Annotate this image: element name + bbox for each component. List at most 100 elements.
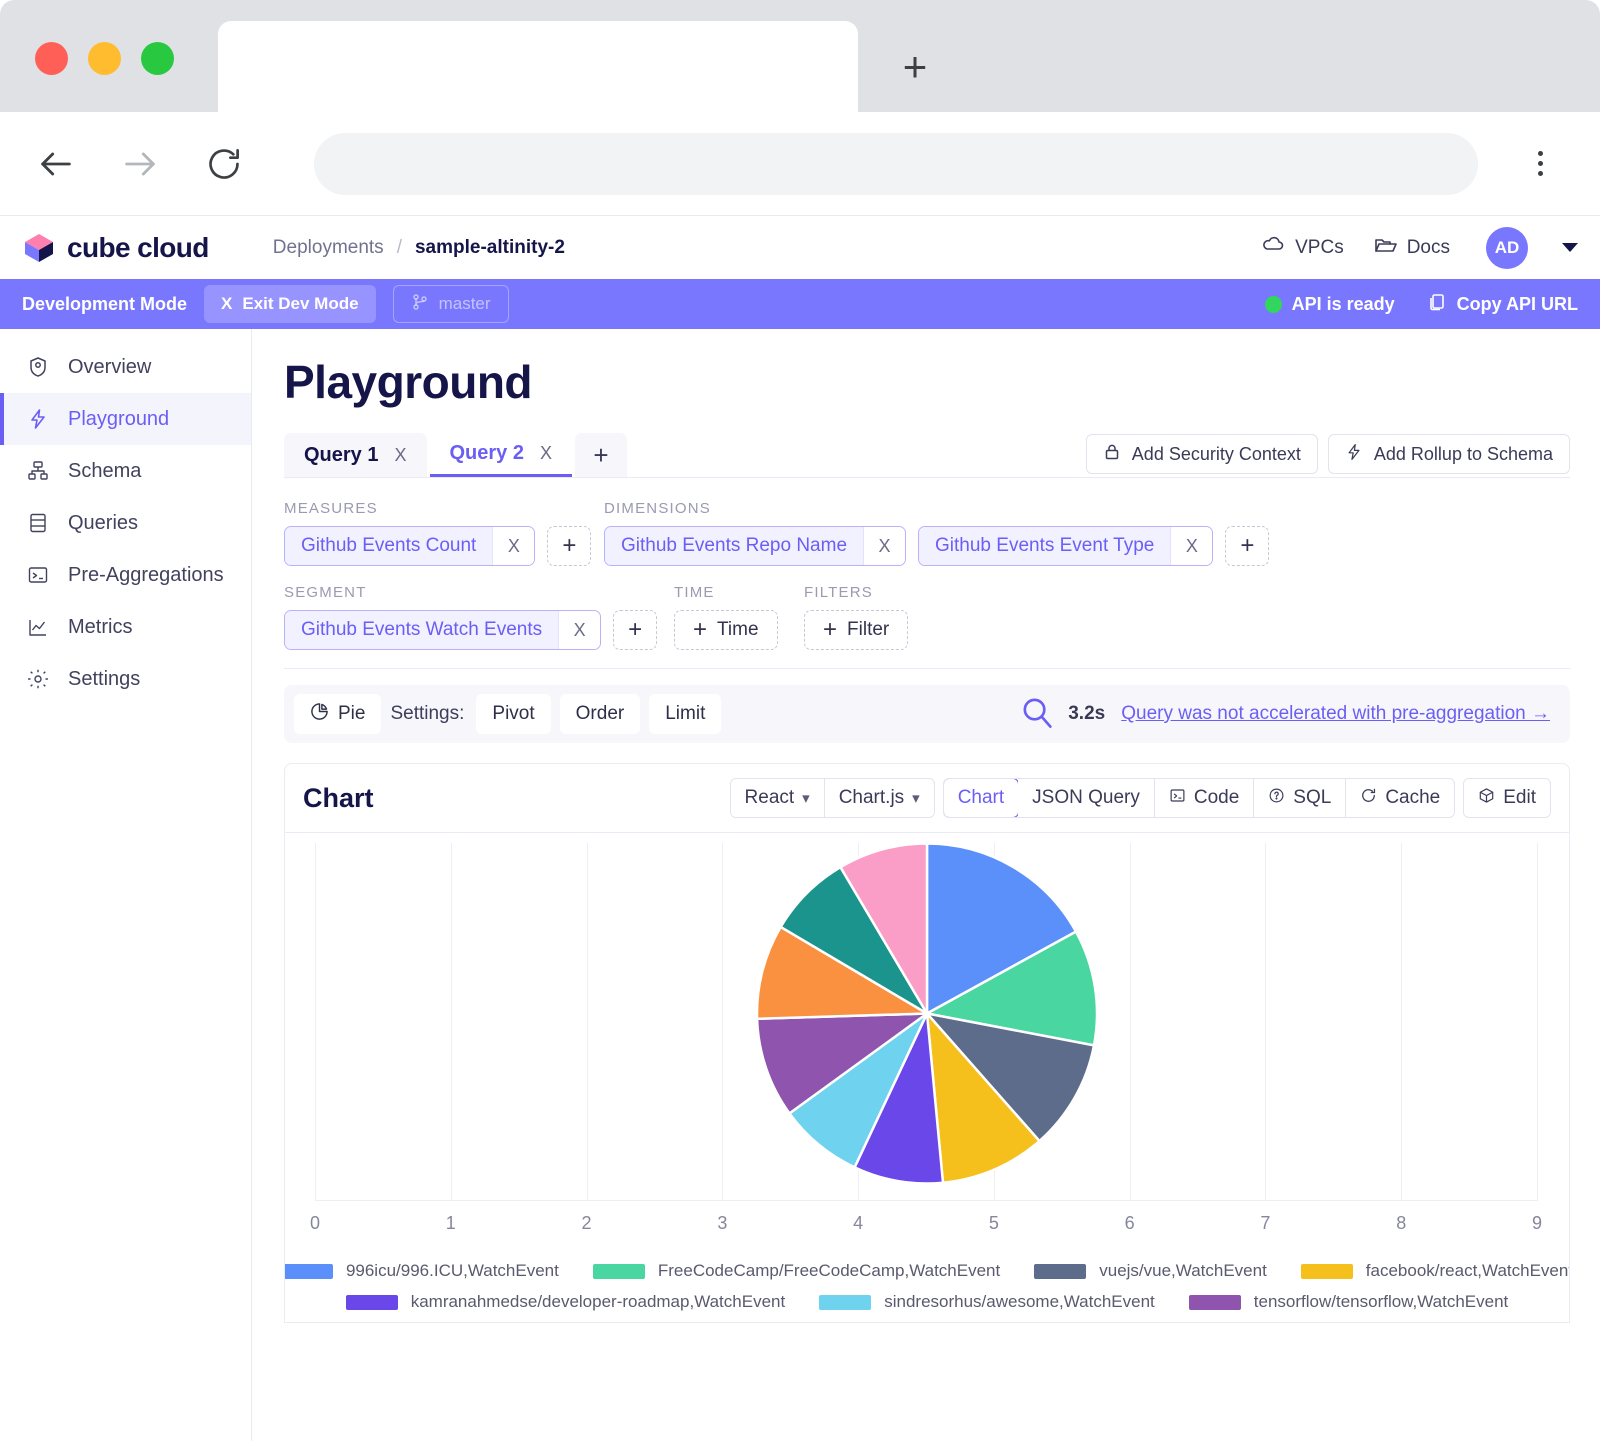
app-shell: Overview Playground Schema Queries Pre-A… xyxy=(0,329,1600,1441)
maximize-window-button[interactable] xyxy=(141,42,174,75)
sidebar-item-playground[interactable]: Playground xyxy=(0,393,251,445)
chevron-down-icon: ▾ xyxy=(912,790,920,807)
sidebar-item-queries[interactable]: Queries xyxy=(0,497,251,549)
pie-chart[interactable] xyxy=(755,841,1100,1186)
order-button[interactable]: Order xyxy=(559,694,641,734)
x-axis-tick: 7 xyxy=(1260,1213,1271,1233)
tab-cache[interactable]: Cache xyxy=(1346,779,1455,817)
chevron-down-icon[interactable] xyxy=(1562,243,1578,252)
legend-item[interactable]: sindresorhus/awesome,WatchEvent xyxy=(819,1292,1155,1312)
measures-group: MEASURES Github Events Count X + xyxy=(284,500,604,566)
legend-item[interactable]: vuejs/vue,WatchEvent xyxy=(1034,1261,1267,1281)
time-controls: + Time xyxy=(674,610,804,650)
add-rollup-to-schema-button[interactable]: Add Rollup to Schema xyxy=(1327,434,1570,474)
x-axis-tick: 1 xyxy=(445,1213,456,1233)
legend-label: tensorflow/tensorflow,WatchEvent xyxy=(1253,1292,1509,1311)
x-axis-tick: 4 xyxy=(853,1213,864,1233)
devbar-right: API is ready Copy API URL xyxy=(1264,292,1578,317)
framework-select[interactable]: React ▾ xyxy=(730,779,825,817)
remove-icon[interactable]: X xyxy=(863,527,906,565)
docs-label: Docs xyxy=(1406,236,1450,258)
add-dimension-button[interactable]: + xyxy=(1225,526,1270,566)
pivot-button[interactable]: Pivot xyxy=(476,694,551,734)
tab-json-query[interactable]: JSON Query xyxy=(1018,779,1155,817)
settings-label: Settings: xyxy=(390,703,465,724)
query-actions: Add Security Context Add Rollup to Schem… xyxy=(1085,434,1570,477)
add-time-button[interactable]: + Time xyxy=(674,610,778,650)
sidebar-item-label: Pre-Aggregations xyxy=(68,563,224,586)
legend-label: kamranahmedse/developer-roadmap,WatchEve… xyxy=(410,1292,786,1311)
sidebar-item-schema[interactable]: Schema xyxy=(0,445,251,497)
copy-api-url-label: Copy API URL xyxy=(1456,293,1578,314)
close-icon[interactable]: X xyxy=(540,443,552,464)
reload-button[interactable] xyxy=(196,136,252,192)
remove-icon[interactable]: X xyxy=(1170,527,1213,565)
time-label: TIME xyxy=(674,584,715,601)
add-filter-button[interactable]: + Filter xyxy=(804,610,909,650)
browser-toolbar xyxy=(0,112,1600,215)
measure-pill[interactable]: Github Events Count X xyxy=(284,526,536,566)
add-measure-button[interactable]: + xyxy=(547,526,592,566)
legend-row: kamranahmedse/developer-roadmap,WatchEve… xyxy=(305,1292,1549,1312)
api-status-label: API is ready xyxy=(1291,293,1395,314)
exit-dev-mode-button[interactable]: X Exit Dev Mode xyxy=(204,285,376,323)
tab-query-2[interactable]: Query 2 X xyxy=(429,433,572,477)
cube-cloud-logo[interactable]: cube cloud xyxy=(22,231,209,265)
tab-sql[interactable]: SQL xyxy=(1254,779,1347,817)
legend-label: sindresorhus/awesome,WatchEvent xyxy=(884,1292,1155,1311)
legend-item[interactable]: 996icu/996.ICU,WatchEvent xyxy=(285,1261,559,1281)
dimension-pill[interactable]: Github Events Repo Name X xyxy=(604,526,907,566)
add-query-tab-button[interactable]: + xyxy=(575,433,627,477)
gear-icon xyxy=(26,667,50,691)
vpcs-link[interactable]: VPCs xyxy=(1262,235,1344,261)
legend-label: facebook/react,WatchEvent xyxy=(1365,1261,1570,1280)
chart-type-button[interactable]: Pie xyxy=(294,694,382,734)
sidebar-item-label: Metrics xyxy=(68,615,133,638)
edit-button[interactable]: Edit xyxy=(1464,779,1550,817)
breadcrumb-deployments[interactable]: Deployments xyxy=(273,237,384,259)
button-label: Add Security Context xyxy=(1131,443,1301,464)
minimize-window-button[interactable] xyxy=(88,42,121,75)
sidebar-item-overview[interactable]: Overview xyxy=(0,341,251,393)
add-segment-button[interactable]: + xyxy=(613,610,658,650)
limit-button[interactable]: Limit xyxy=(649,694,722,734)
back-button[interactable] xyxy=(28,136,84,192)
close-window-button[interactable] xyxy=(35,42,68,75)
tab-label: Query 2 xyxy=(449,442,524,464)
tab-chart[interactable]: Chart xyxy=(943,779,1020,817)
branch-selector[interactable]: master xyxy=(392,285,509,323)
address-bar[interactable] xyxy=(314,132,1478,195)
avatar[interactable]: AD xyxy=(1486,226,1528,269)
legend-item[interactable]: kamranahmedse/developer-roadmap,WatchEve… xyxy=(345,1292,786,1312)
pre-aggregation-note-link[interactable]: Query was not accelerated with pre-aggre… xyxy=(1121,703,1550,725)
remove-icon[interactable]: X xyxy=(492,527,535,565)
legend-swatch xyxy=(1034,1263,1087,1279)
legend-item[interactable]: facebook/react,WatchEvent xyxy=(1300,1261,1570,1281)
browser-menu-button[interactable] xyxy=(1518,136,1562,192)
close-icon[interactable]: X xyxy=(394,445,406,466)
forward-button[interactable] xyxy=(112,136,168,192)
dimension-pill[interactable]: Github Events Event Type X xyxy=(918,526,1214,566)
segment-pill[interactable]: Github Events Watch Events X xyxy=(284,610,602,650)
legend-item[interactable]: tensorflow/tensorflow,WatchEvent xyxy=(1188,1292,1509,1312)
sidebar-item-metrics[interactable]: Metrics xyxy=(0,601,251,653)
legend-item[interactable]: FreeCodeCamp/FreeCodeCamp,WatchEvent xyxy=(592,1261,1000,1281)
new-tab-button[interactable]: + xyxy=(893,45,937,89)
sidebar-item-settings[interactable]: Settings xyxy=(0,653,251,705)
x-axis-tick: 2 xyxy=(581,1213,592,1233)
x-axis-tick: 5 xyxy=(988,1213,999,1233)
copy-api-url-button[interactable]: Copy API URL xyxy=(1427,292,1578,317)
header-actions: VPCs Docs AD xyxy=(1262,226,1578,269)
browser-tab[interactable] xyxy=(218,21,858,112)
library-select[interactable]: Chart.js ▾ xyxy=(824,779,934,817)
add-security-context-button[interactable]: Add Security Context xyxy=(1085,434,1318,474)
tab-query-1[interactable]: Query 1 X xyxy=(284,433,427,477)
docs-link[interactable]: Docs xyxy=(1374,235,1450,261)
remove-icon[interactable]: X xyxy=(558,611,601,649)
codesandbox-icon xyxy=(1478,787,1495,810)
tab-code[interactable]: Code xyxy=(1154,779,1255,817)
bolt-icon xyxy=(26,407,50,431)
chart-legend: 996icu/996.ICU,WatchEvent FreeCodeCamp/F… xyxy=(285,1253,1570,1322)
sidebar-item-pre-aggregations[interactable]: Pre-Aggregations xyxy=(0,549,251,601)
legend-swatch xyxy=(1188,1294,1241,1310)
